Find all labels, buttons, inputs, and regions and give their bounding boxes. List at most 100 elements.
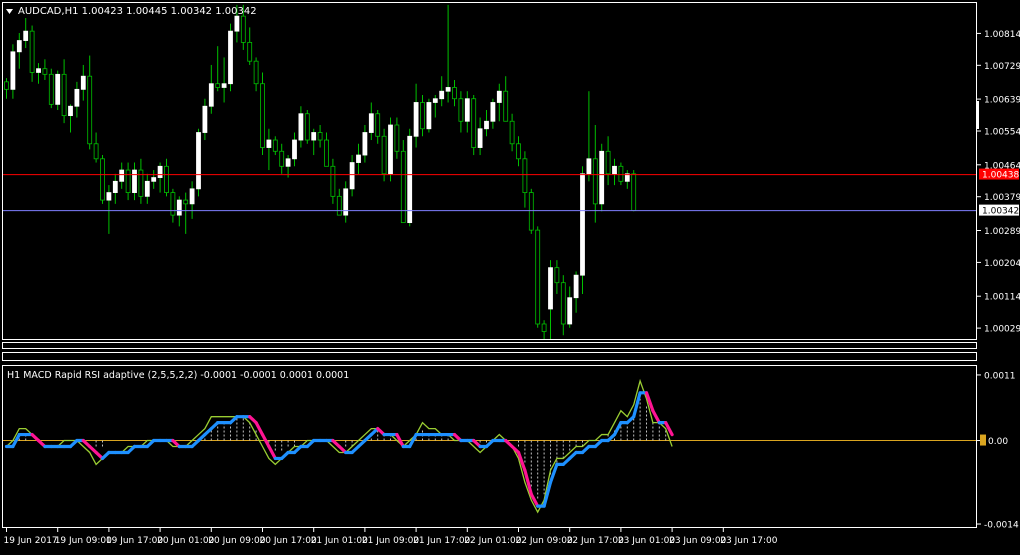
candle-body: [490, 102, 496, 122]
time-tick-label: 21 Jun 01:00: [311, 536, 368, 546]
candle: [528, 188, 534, 234]
candle-body: [528, 192, 534, 231]
candle-body: [240, 15, 246, 43]
candle-body: [144, 180, 150, 197]
candle-body: [279, 150, 285, 167]
candle-body: [183, 199, 189, 205]
candle: [55, 70, 61, 110]
candle-body: [170, 192, 176, 216]
candle-body: [112, 180, 118, 193]
candle-body: [285, 158, 291, 167]
time-tick-label: 20 Jun 09:00: [208, 536, 265, 546]
time-tick-label: 20 Jun 17:00: [260, 536, 317, 546]
candle-body: [413, 102, 419, 137]
candle-body: [228, 30, 233, 85]
candle-body: [496, 90, 502, 103]
candle-body: [554, 267, 560, 284]
candle-body: [592, 158, 598, 205]
candle-body: [612, 165, 617, 175]
time-tick-label: 23 Jun 17:00: [720, 536, 777, 546]
candle: [100, 155, 105, 204]
indicator-tick-label: 0.0011: [984, 371, 1016, 381]
candle-body: [432, 98, 438, 103]
candle-body: [631, 173, 637, 212]
candle-body: [336, 195, 342, 216]
candle-body: [16, 40, 22, 53]
candle-body: [381, 135, 387, 175]
candle-body: [119, 169, 125, 182]
candle-body: [439, 90, 445, 100]
candle-body: [234, 15, 240, 32]
time-tick-label: 22 Jun 17:00: [567, 536, 624, 546]
time-tick-label: 22 Jun 09:00: [516, 536, 573, 546]
scale-marker: [976, 101, 979, 129]
candle-body: [452, 87, 457, 100]
candle: [535, 226, 541, 328]
price-tick-label: 1.00114: [984, 293, 1020, 303]
candle-body: [324, 139, 329, 167]
candle: [381, 128, 387, 182]
candle-body: [157, 165, 163, 178]
candle-body: [522, 158, 528, 193]
price-tick-label: 1.00289: [984, 227, 1020, 237]
candle-body: [87, 75, 93, 145]
candle: [407, 128, 413, 227]
candle-body: [535, 229, 541, 325]
time-tick-label: 22 Jun 01:00: [464, 536, 521, 546]
candle-body: [247, 42, 253, 62]
candle-body: [151, 177, 157, 182]
candle-body: [292, 139, 297, 160]
indicator-tick-label: -0.0014: [984, 521, 1019, 531]
candle-body: [260, 83, 265, 148]
candle-body: [298, 113, 304, 141]
time-tick-label: 21 Jun 09:00: [362, 536, 419, 546]
candle-body: [541, 323, 547, 332]
candle-body: [516, 143, 521, 160]
symbol-title: AUDCAD,H1 1.00423 1.00445 1.00342 1.0034…: [18, 6, 257, 17]
time-tick-label: 19 Jun 09:00: [55, 536, 112, 546]
candle: [48, 68, 54, 109]
candle-body: [304, 113, 310, 141]
candle-body: [586, 158, 592, 175]
candle-body: [343, 188, 349, 216]
candle-body: [202, 105, 208, 133]
candle-body: [599, 150, 605, 205]
candle-body: [36, 68, 41, 73]
candle-body: [189, 188, 195, 205]
candle-body: [573, 274, 579, 299]
candle-body: [4, 81, 9, 90]
candle-body: [74, 88, 80, 107]
candle-body: [10, 51, 16, 90]
candle-body: [548, 267, 553, 310]
trading-chart[interactable]: AUDCAD,H1 1.00423 1.00445 1.00342 1.0034…: [0, 0, 1020, 551]
price-tick-label: 1.00379: [984, 193, 1020, 203]
candle: [304, 109, 310, 144]
time-tick-label: 20 Jun 01:00: [157, 536, 214, 546]
candle-body: [317, 132, 323, 141]
candle-body: [605, 150, 611, 175]
candle-body: [176, 199, 182, 216]
price-tick-label: 1.00814: [984, 30, 1020, 40]
candle-body: [368, 113, 374, 133]
candle: [426, 98, 432, 133]
candle-body: [132, 169, 137, 193]
candle-body: [580, 173, 585, 276]
candle-body: [509, 120, 515, 145]
candle-body: [215, 83, 221, 88]
candle-body: [330, 165, 336, 197]
candle-body: [93, 143, 99, 160]
candle-body: [362, 132, 368, 156]
candle-body: [375, 113, 381, 137]
indicator-title: H1 MACD Rapid RSI adaptive (2,5,5,2,2) -…: [7, 370, 349, 381]
time-tick-label: 23 Jun 09:00: [669, 536, 726, 546]
candle-body: [567, 297, 573, 325]
price-tick-label: 1.00554: [984, 128, 1020, 138]
indicator-tick-label: 0.00: [988, 437, 1008, 447]
candle-body: [484, 120, 489, 130]
candle-body: [55, 73, 61, 105]
candle-body: [138, 169, 144, 197]
candle-body: [388, 124, 393, 175]
candle-body: [394, 124, 400, 152]
candle-body: [471, 98, 477, 148]
candle-body: [458, 98, 464, 122]
